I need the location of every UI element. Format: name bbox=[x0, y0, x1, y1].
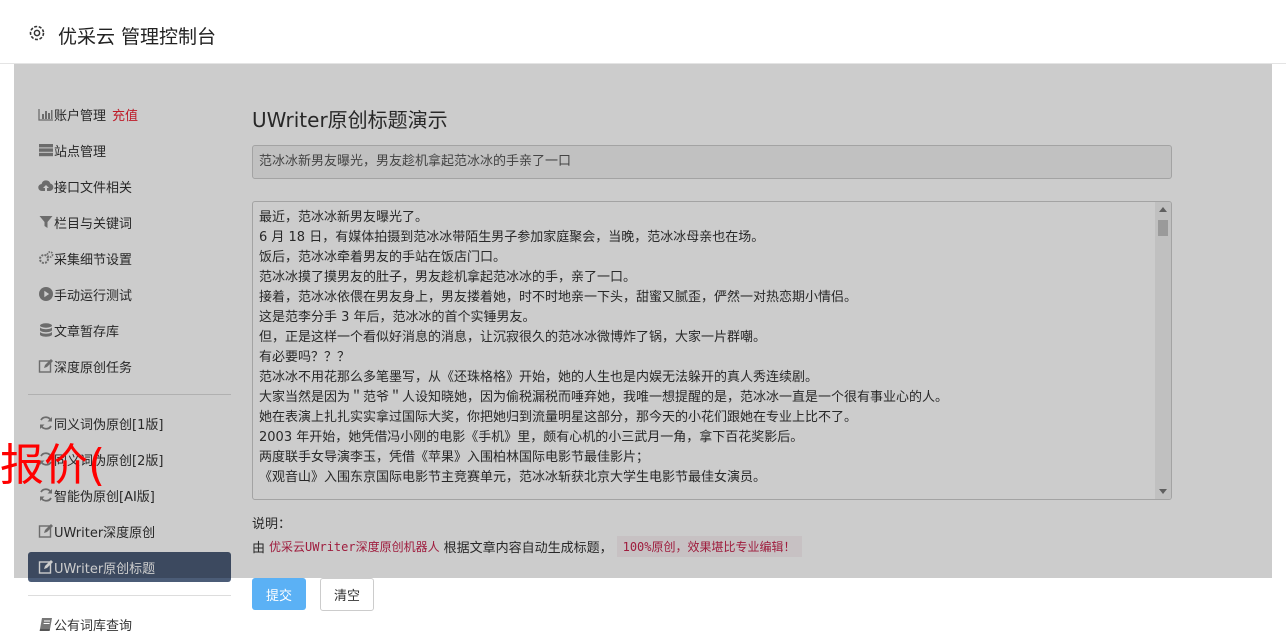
server-icon bbox=[38, 142, 54, 158]
note-product-name: 优采云UWriter深度原创机器人 bbox=[269, 540, 440, 554]
database-icon bbox=[38, 322, 54, 338]
scroll-up-arrow-icon[interactable] bbox=[1159, 207, 1167, 212]
article-textarea[interactable]: 最近，范冰冰新男友曝光了。 6 月 18 日，有媒体拍摄到范冰冰带陌生男子参加家庭… bbox=[252, 201, 1172, 500]
sidebar-item-label: 文章暂存库 bbox=[54, 324, 120, 340]
note-highlight: 100%原创，效果堪比专业编辑！ bbox=[616, 536, 802, 557]
article-line: 她在表演上扎扎实实拿过国际大奖，你把她归到流量明星这部分，那今天的小花们跟她在专… bbox=[259, 410, 858, 425]
scroll-down-arrow-icon[interactable] bbox=[1159, 489, 1167, 494]
article-line: 2003 年开始，她凭借冯小刚的电影《手机》里，颇有心机的小三武月一角，拿下百花… bbox=[259, 430, 804, 445]
scroll-thumb[interactable] bbox=[1158, 220, 1168, 236]
refresh-icon bbox=[38, 415, 54, 431]
clear-button[interactable]: 清空 bbox=[320, 578, 374, 611]
page: 优采云 管理控制台 账户管理 充值 站点管理 接口文件相关 栏目与关键词 采集细节… bbox=[0, 0, 1286, 642]
edit-icon bbox=[38, 559, 54, 575]
app-title: 优采云 管理控制台 bbox=[58, 26, 217, 48]
article-line: 《观音山》入围东京国际电影节主竞赛单元，范冰冰斩获北京大学生电影节最佳女演员。 bbox=[259, 470, 767, 485]
main-content: UWriter原创标题演示 范冰冰新男友曝光，男友趁机拿起范冰冰的手亲了一口 最… bbox=[252, 64, 1172, 642]
sidebar-item-collect-settings[interactable]: 采集细节设置 bbox=[28, 243, 231, 273]
page-title: UWriter原创标题演示 bbox=[252, 108, 448, 132]
sidebar-item-label: 深度原创任务 bbox=[54, 360, 133, 376]
book-icon bbox=[38, 616, 54, 632]
sidebar-item-label: 接口文件相关 bbox=[54, 180, 133, 196]
sidebar-item-synonym-v1[interactable]: 同义词伪原创[1版] bbox=[28, 408, 231, 438]
sidebar-item-label: UWriter深度原创 bbox=[54, 525, 156, 541]
submit-button[interactable]: 提交 bbox=[252, 578, 306, 610]
sidebar-item-interface[interactable]: 接口文件相关 bbox=[28, 171, 231, 201]
note-text: 由 优采云UWriter深度原创机器人 根据文章内容自动生成标题， 100%原创… bbox=[252, 536, 802, 557]
article-line: 这是范李分手 3 年后，范冰冰的首个实锤男友。 bbox=[259, 310, 536, 325]
sidebar-item-label: 采集细节设置 bbox=[54, 252, 133, 268]
sidebar-item-sites[interactable]: 站点管理 bbox=[28, 135, 231, 165]
article-line: 有必要吗？？？ bbox=[259, 350, 351, 365]
sidebar-item-label: 手动运行测试 bbox=[54, 288, 133, 304]
sidebar-item-uwriter-deep[interactable]: UWriter深度原创 bbox=[28, 516, 231, 546]
sidebar-item-deep-original-task[interactable]: 深度原创任务 bbox=[28, 351, 231, 381]
overlay-price-text: 报价( bbox=[0, 440, 106, 491]
article-line: 最近，范冰冰新男友曝光了。 bbox=[259, 210, 429, 225]
sidebar-item-uwriter-title[interactable]: UWriter原创标题 bbox=[28, 552, 231, 582]
gears-icon bbox=[38, 250, 54, 266]
sidebar-item-label: UWriter原创标题 bbox=[54, 561, 156, 577]
scrollbar[interactable] bbox=[1155, 202, 1171, 499]
header: 优采云 管理控制台 bbox=[0, 0, 1286, 64]
sidebar-item-label: 公有词库查询 bbox=[54, 618, 133, 634]
sidebar-divider bbox=[28, 595, 231, 596]
sidebar-item-label: 站点管理 bbox=[54, 144, 107, 160]
sidebar-item-label: 同义词伪原创[1版] bbox=[54, 417, 164, 433]
sidebar-item-keywords[interactable]: 栏目与关键词 bbox=[28, 207, 231, 237]
article-line: 范冰冰不用花那么多笔墨写，从《还珠格格》开始，她的人生也是内娱无法躲开的真人秀连… bbox=[259, 370, 819, 385]
article-line: 接着，范冰冰依偎在男友身上，男友搂着她，时不时地亲一下头，甜蜜又腻歪，俨然一对热… bbox=[259, 290, 858, 305]
sidebar: 账户管理 充值 站点管理 接口文件相关 栏目与关键词 采集细节设置 手动运行测试 … bbox=[14, 64, 231, 642]
article-line: 饭后，范冰冰牵着男友的手站在饭店门口。 bbox=[259, 250, 507, 265]
article-line: 6 月 18 日，有媒体拍摄到范冰冰带陌生男子参加家庭聚会，当晚，范冰冰母亲也在… bbox=[259, 230, 765, 245]
filter-icon bbox=[38, 214, 54, 230]
article-line: 大家当然是因为＂范爷＂人设知晓她，因为偷税漏税而唾弃她，我唯一想提醒的是，范冰冰… bbox=[259, 390, 949, 405]
sidebar-item-label: 栏目与关键词 bbox=[54, 216, 133, 232]
note-label: 说明： bbox=[252, 517, 292, 532]
edit-icon bbox=[38, 358, 54, 374]
sidebar-item-article-store[interactable]: 文章暂存库 bbox=[28, 315, 231, 345]
generated-title-field[interactable]: 范冰冰新男友曝光，男友趁机拿起范冰冰的手亲了一口 bbox=[252, 145, 1172, 179]
article-line: 但，正是这样一个看似好消息的消息，让沉寂很久的范冰冰微博炸了锅，大家一片群嘲。 bbox=[259, 330, 767, 345]
cloud-upload-icon bbox=[38, 178, 54, 194]
sidebar-divider bbox=[28, 394, 231, 395]
sidebar-item-label: 账户管理 bbox=[54, 108, 107, 124]
recharge-link[interactable]: 充值 bbox=[112, 105, 138, 124]
article-line: 两度联手女导演李玉，凭借《苹果》入围柏林国际电影节最佳影片； bbox=[259, 450, 650, 465]
note-middle: 根据文章内容自动生成标题， bbox=[443, 541, 613, 556]
note-prefix: 由 bbox=[252, 541, 266, 556]
play-circle-icon bbox=[38, 286, 54, 302]
article-line: 范冰冰摸了摸男友的肚子，男友趁机拿起范冰冰的手，亲了一口。 bbox=[259, 270, 637, 285]
gear-icon bbox=[28, 24, 46, 42]
article-lines: 最近，范冰冰新男友曝光了。 6 月 18 日，有媒体拍摄到范冰冰带陌生男子参加家庭… bbox=[259, 208, 1149, 488]
sidebar-item-account[interactable]: 账户管理 充值 bbox=[28, 99, 231, 129]
sidebar-item-public-lexicon[interactable]: 公有词库查询 bbox=[28, 609, 231, 639]
bar-chart-icon bbox=[38, 106, 54, 122]
sidebar-item-manual-run[interactable]: 手动运行测试 bbox=[28, 279, 231, 309]
edit-icon bbox=[38, 523, 54, 539]
